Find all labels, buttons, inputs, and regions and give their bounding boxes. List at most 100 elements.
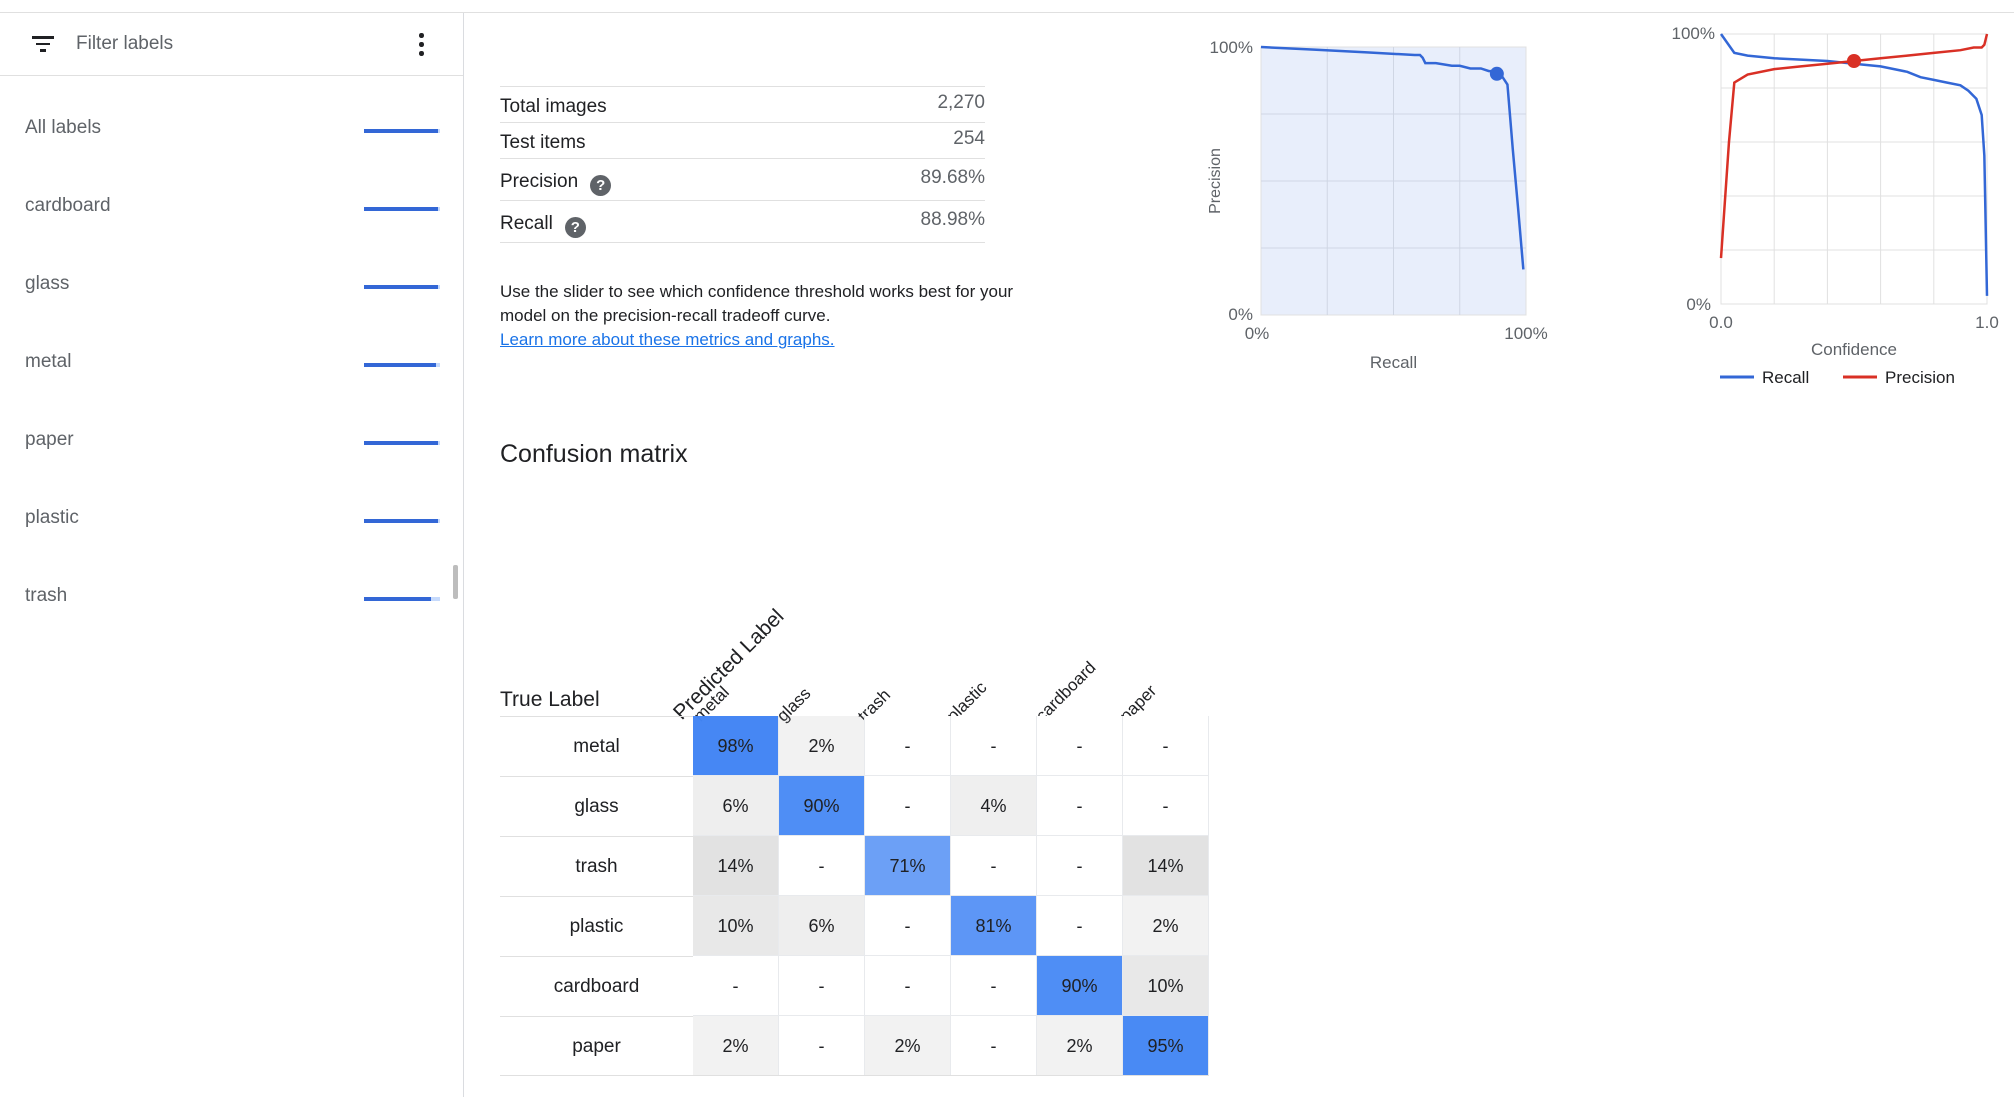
metrics-table: Total images 2,270 Test items 254 Precision?… [500, 86, 985, 243]
metric-value: 2,270 [937, 91, 985, 113]
matrix-cell[interactable]: - [779, 956, 865, 1016]
matrix-cell[interactable]: - [865, 896, 951, 956]
legend-item: Precision [1843, 368, 1955, 387]
x-tick-label: 1.0 [1975, 313, 1999, 332]
label-item[interactable]: trash [0, 543, 463, 621]
matrix-cell[interactable]: - [951, 1016, 1037, 1076]
matrix-cell[interactable]: 14% [693, 836, 779, 896]
x-tick-label: 0% [1245, 324, 1270, 343]
label-score-bar-fill [364, 129, 438, 133]
label-score-bar-fill [364, 207, 439, 211]
matrix-cell[interactable]: 14% [1123, 836, 1209, 896]
metric-name: Precision? [500, 171, 612, 196]
matrix-cell[interactable]: 10% [693, 896, 779, 956]
learn-more-link[interactable]: Learn more about these metrics and graph… [500, 330, 835, 349]
matrix-cell[interactable]: - [1037, 896, 1123, 956]
matrix-cell[interactable]: 2% [1123, 896, 1209, 956]
label-score-bar-fill [364, 363, 437, 367]
matrix-cell[interactable]: - [865, 716, 951, 776]
matrix-cell[interactable]: - [779, 836, 865, 896]
metric-value: 88.98% [920, 208, 985, 230]
matrix-cell[interactable]: - [865, 956, 951, 1016]
matrix-cell[interactable]: - [1037, 836, 1123, 896]
filter-labels-input[interactable]: Filter labels [76, 33, 173, 55]
filter-bar[interactable]: Filter labels [0, 13, 463, 76]
label-name: All labels [25, 117, 102, 138]
label-item[interactable]: metal [0, 309, 463, 387]
label-item[interactable]: All labels [0, 75, 463, 153]
matrix-cell[interactable]: 2% [779, 716, 865, 776]
metric-value: 89.68% [920, 166, 985, 188]
true-label-paper: paper [500, 1016, 693, 1076]
metric-name: Total images [500, 96, 607, 118]
matrix-cell[interactable]: 81% [951, 896, 1037, 956]
legend-label: Precision [1885, 368, 1955, 387]
matrix-bottom-border [500, 1075, 1209, 1076]
x-tick-label: 0.0 [1709, 313, 1733, 332]
matrix-cell[interactable]: 90% [1037, 956, 1123, 1016]
matrix-cell[interactable]: 6% [693, 776, 779, 836]
label-score-bar [364, 207, 440, 211]
label-score-bar [364, 129, 440, 133]
x-tick-label: 100% [1504, 324, 1547, 343]
metric-label: Total images [500, 95, 607, 117]
y-axis-label: Precision [1207, 148, 1224, 214]
matrix-cell[interactable]: - [1037, 716, 1123, 776]
metric-name: Recall? [500, 213, 586, 238]
label-list: All labels cardboard glass metal paper plasti… [0, 75, 463, 621]
matrix-cell[interactable]: 6% [779, 896, 865, 956]
label-name: cardboard [25, 195, 111, 216]
matrix-cell[interactable]: 95% [1123, 1016, 1209, 1076]
matrix-cell[interactable]: 98% [693, 716, 779, 776]
label-score-bar-fill [364, 285, 438, 289]
x-axis-label: Confidence [1811, 340, 1897, 359]
matrix-cell[interactable]: - [1123, 716, 1209, 776]
matrix-cell[interactable]: - [1123, 776, 1209, 836]
x-axis-label: Recall [1370, 353, 1417, 372]
matrix-cell[interactable]: - [1037, 776, 1123, 836]
true-label-axis-title: True Label [500, 688, 600, 711]
matrix-cell[interactable]: - [865, 776, 951, 836]
metric-value: 254 [953, 127, 985, 149]
matrix-cell[interactable]: 90% [779, 776, 865, 836]
label-score-bar [364, 441, 440, 445]
threshold-point [1847, 54, 1861, 68]
metric-row: Recall? 88.98% [500, 201, 985, 243]
metric-row: Test items 254 [500, 123, 985, 159]
matrix-cell[interactable]: 2% [1037, 1016, 1123, 1076]
precision-recall-chart: 100% 0%0% 100% Recall Precision [1207, 38, 1548, 372]
label-name: metal [25, 351, 72, 372]
filter-icon[interactable] [32, 36, 54, 52]
matrix-cell[interactable]: 2% [693, 1016, 779, 1076]
matrix-cell[interactable]: - [951, 956, 1037, 1016]
label-item[interactable]: glass [0, 231, 463, 309]
description-text: Use the slider to see which confidence t… [500, 282, 1014, 325]
help-icon[interactable]: ? [590, 174, 612, 196]
y-tick-label: 0% [1686, 295, 1711, 314]
matrix-cell[interactable]: - [951, 836, 1037, 896]
label-score-bar [364, 519, 440, 523]
true-label-plastic: plastic [500, 896, 693, 956]
matrix-cell[interactable]: 4% [951, 776, 1037, 836]
more-vert-icon[interactable] [414, 33, 428, 57]
confusion-matrix-title: Confusion matrix [500, 440, 688, 468]
label-item[interactable]: paper [0, 387, 463, 465]
label-item[interactable]: plastic [0, 465, 463, 543]
matrix-cell[interactable]: - [693, 956, 779, 1016]
label-item[interactable]: cardboard [0, 153, 463, 231]
sidebar-scrollbar[interactable] [453, 565, 458, 599]
true-label-metal: metal [500, 716, 693, 776]
matrix-cell[interactable]: - [951, 716, 1037, 776]
help-icon[interactable]: ? [564, 216, 586, 238]
label-score-bar [364, 363, 440, 367]
true-label-trash: trash [500, 836, 693, 896]
metric-label: Test items [500, 131, 586, 153]
predicted-label-axis-title: Predicted Label [669, 604, 789, 725]
matrix-cell[interactable]: 71% [865, 836, 951, 896]
matrix-cell[interactable]: 10% [1123, 956, 1209, 1016]
metric-row: Precision? 89.68% [500, 159, 985, 201]
metric-name: Test items [500, 132, 586, 154]
matrix-cell[interactable]: - [779, 1016, 865, 1076]
y-tick-label: 0% [1228, 305, 1253, 324]
matrix-cell[interactable]: 2% [865, 1016, 951, 1076]
